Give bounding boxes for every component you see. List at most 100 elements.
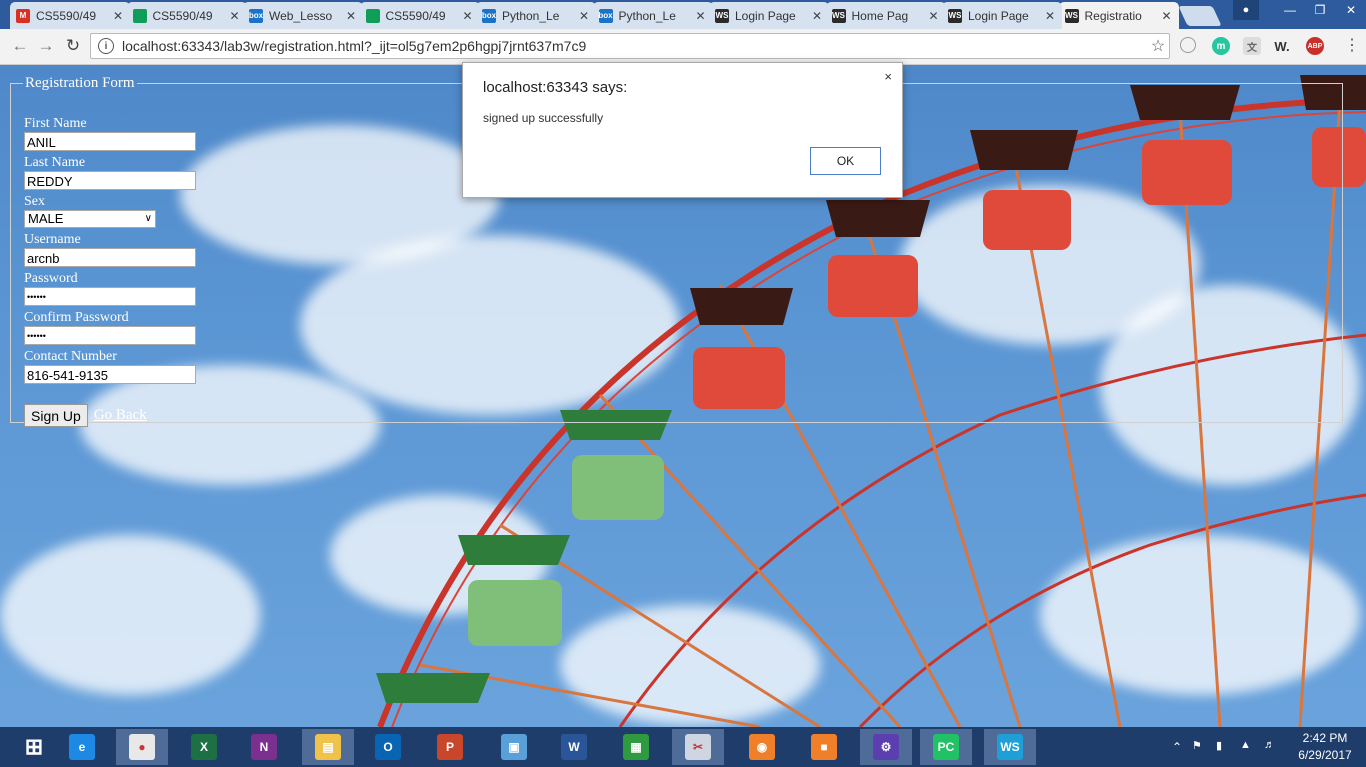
info-icon[interactable]: i — [98, 38, 114, 54]
back-icon[interactable]: ← — [8, 35, 32, 57]
go-back-link[interactable]: Go Back — [94, 407, 147, 424]
tab-1[interactable]: CS5590/49 ✕ — [126, 2, 247, 29]
tab-close-icon[interactable]: ✕ — [695, 9, 707, 23]
excel-taskbar-button[interactable]: X — [178, 729, 230, 765]
snipping-app-icon: ✂ — [685, 734, 711, 760]
profile-icon[interactable]: ● — [1233, 0, 1259, 20]
snipping-app-taskbar-button[interactable]: ✂ — [672, 729, 724, 765]
tab-2[interactable]: box Web_Lesso ✕ — [243, 2, 363, 29]
word-taskbar-button[interactable]: W — [548, 729, 600, 765]
excel-icon: X — [191, 734, 217, 760]
pycharm-taskbar-button[interactable]: PC — [920, 729, 972, 765]
browser-toolbar: ← → ↻ i localhost:63343/lab3w/registrati… — [0, 29, 1366, 65]
form-fields: First Name ANIL Last Name REDDY Sex MALE… — [24, 116, 196, 388]
tab-title: Registratio — [1084, 8, 1142, 23]
powerpoint-icon: P — [437, 734, 463, 760]
tab-0[interactable]: M CS5590/49 ✕ — [10, 2, 130, 29]
menu-icon[interactable]: ⋮ — [1344, 37, 1360, 55]
file-explorer-taskbar-button[interactable]: ▤ — [302, 729, 354, 765]
tab-5[interactable]: box Python_Le ✕ — [592, 2, 713, 29]
extension-m-icon[interactable]: m — [1212, 37, 1230, 55]
tab-7[interactable]: WS Home Pag ✕ — [825, 2, 946, 29]
battery-icon[interactable]: ▮ — [1216, 739, 1222, 752]
form-legend: Registration Form — [25, 75, 135, 91]
chevron-up-icon[interactable]: ⌃ — [1172, 740, 1182, 754]
camera-app-icon: ■ — [811, 734, 837, 760]
sheets-icon — [132, 8, 147, 23]
tab-title: Login Page — [968, 8, 1029, 23]
sex-select[interactable]: MALE ∨ — [24, 210, 156, 228]
flag-icon[interactable]: ⚑ — [1192, 739, 1202, 752]
network-app-icon: ▣ — [501, 734, 527, 760]
tab-close-icon[interactable]: ✕ — [229, 9, 241, 23]
volume-icon[interactable]: ♬ — [1264, 739, 1275, 751]
address-bar[interactable]: i localhost:63343/lab3w/registration.htm… — [90, 33, 1170, 59]
store-taskbar-button[interactable]: ▦ — [610, 729, 662, 765]
tab-close-icon[interactable]: ✕ — [928, 9, 940, 23]
tab-close-icon[interactable]: ✕ — [1044, 9, 1056, 23]
new-tab-button[interactable] — [1178, 6, 1222, 26]
onenote-icon: N — [251, 734, 277, 760]
bookmark-star-icon[interactable]: ☆ — [1147, 36, 1169, 56]
box-icon: box — [482, 8, 496, 23]
close-icon[interactable]: × — [884, 69, 892, 84]
tab-title: CS5590/49 — [152, 8, 213, 23]
confirm-password-input[interactable]: •••••• — [24, 326, 196, 345]
close-window-icon[interactable]: ✕ — [1336, 0, 1366, 20]
first-name-input[interactable]: ANIL — [24, 132, 196, 151]
incognito-icon[interactable] — [1180, 37, 1196, 53]
sign-up-button[interactable]: Sign Up — [24, 404, 88, 427]
tab-9[interactable]: WS Registratio ✕ — [1058, 2, 1179, 29]
username-input[interactable]: arcnb — [24, 248, 196, 267]
tab-close-icon[interactable]: ✕ — [462, 9, 474, 23]
network-app-taskbar-button[interactable]: ▣ — [488, 729, 540, 765]
contact-number-label: Contact Number — [24, 349, 117, 364]
file-explorer-icon: ▤ — [315, 734, 341, 760]
password-input[interactable]: •••••• — [24, 287, 196, 306]
tab-close-icon[interactable]: ✕ — [1161, 9, 1173, 23]
internet-explorer-icon: e — [69, 734, 95, 760]
ok-button[interactable]: OK — [810, 147, 881, 175]
restore-icon[interactable]: ❐ — [1305, 0, 1335, 20]
powerpoint-taskbar-button[interactable]: P — [424, 729, 476, 765]
windows-start-taskbar-button[interactable]: ⊞ — [8, 729, 60, 765]
wifi-icon[interactable]: ▲ — [1240, 739, 1251, 751]
onenote-taskbar-button[interactable]: N — [238, 729, 290, 765]
password-label: Password — [24, 271, 78, 286]
webstorm-taskbar-button[interactable]: WS — [984, 729, 1036, 765]
adblock-icon[interactable]: ABP — [1306, 37, 1324, 55]
gmail-icon: M — [16, 8, 30, 23]
tab-close-icon[interactable]: ✕ — [811, 9, 823, 23]
screen-recorder-taskbar-button[interactable]: ◉ — [736, 729, 788, 765]
chrome-taskbar-button[interactable]: ● — [116, 729, 168, 765]
tab-close-icon[interactable]: ✕ — [345, 9, 357, 23]
tab-title: Python_Le — [618, 8, 676, 23]
tab-3[interactable]: CS5590/49 ✕ — [359, 2, 480, 29]
webstorm-icon: WS — [831, 8, 846, 23]
webstorm-icon: WS — [715, 8, 729, 23]
tab-title: CS5590/49 — [385, 8, 446, 23]
sheets-icon — [365, 8, 380, 23]
tab-close-icon[interactable]: ✕ — [112, 9, 124, 23]
tab-6[interactable]: WS Login Page ✕ — [709, 2, 829, 29]
contact-number-input[interactable]: 816-541-9135 — [24, 365, 196, 384]
minimize-icon[interactable]: — — [1275, 0, 1305, 20]
url-text[interactable]: localhost:63343/lab3w/registration.html?… — [122, 38, 1147, 54]
extension-translate-icon[interactable]: 文 — [1243, 37, 1261, 55]
tab-close-icon[interactable]: ✕ — [578, 9, 590, 23]
last-name-input[interactable]: REDDY — [24, 171, 196, 190]
internet-explorer-taskbar-button[interactable]: e — [56, 729, 108, 765]
alert-dialog: localhost:63343 says: × signed up succes… — [462, 62, 903, 198]
system-clock[interactable]: 2:42 PM 6/29/2017 — [1290, 730, 1360, 764]
outlook-taskbar-button[interactable]: O — [362, 729, 414, 765]
settings-taskbar-button[interactable]: ⚙ — [860, 729, 912, 765]
sex-label: Sex — [24, 194, 45, 209]
extension-w-icon[interactable]: W. — [1273, 37, 1291, 55]
tab-4[interactable]: box Python_Le ✕ — [476, 2, 596, 29]
reload-icon[interactable]: ↻ — [61, 35, 85, 57]
camera-app-taskbar-button[interactable]: ■ — [798, 729, 850, 765]
tab-8[interactable]: WS Login Page ✕ — [942, 2, 1062, 29]
forward-icon[interactable]: → — [34, 35, 58, 57]
form-actions: Sign Up Go Back — [24, 404, 147, 427]
webstorm-icon: WS — [997, 734, 1023, 760]
